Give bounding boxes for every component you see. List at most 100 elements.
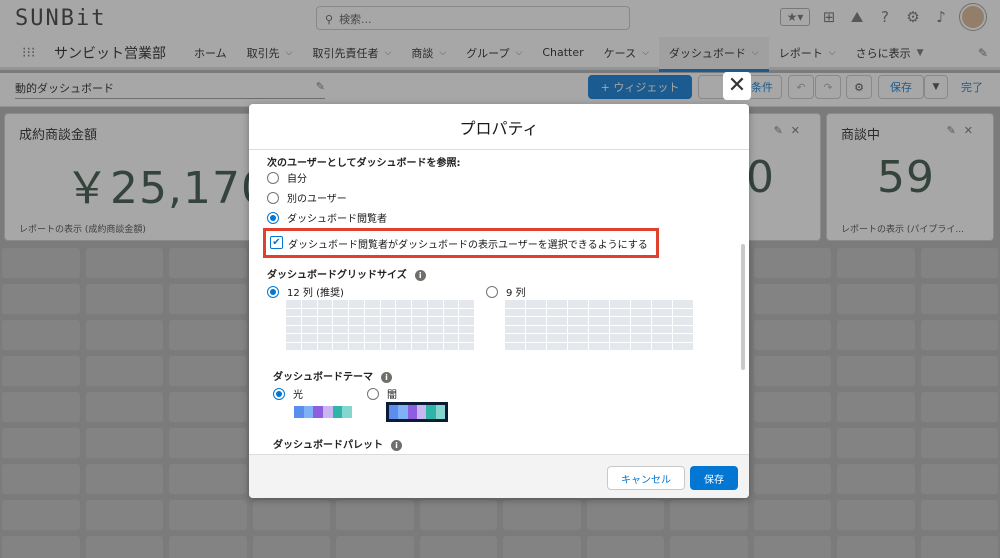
grid-preview-cell bbox=[317, 308, 333, 316]
grid-preview-cell bbox=[631, 342, 651, 350]
grid-preview-cell bbox=[526, 325, 546, 333]
swatch-color bbox=[416, 405, 427, 419]
radio-option-light[interactable]: 光 bbox=[273, 386, 303, 401]
modal-title: プロパティ bbox=[249, 104, 749, 150]
grid-preview-cell bbox=[380, 334, 396, 342]
grid-preview-cell bbox=[568, 308, 588, 316]
grid-preview-cell bbox=[547, 300, 567, 308]
viewer-select-checkbox[interactable]: ✔ bbox=[270, 236, 283, 249]
modal-body: 次のユーザーとしてダッシュボードを参照: 自分 別のユーザー ダッシュボード閲覧… bbox=[249, 150, 749, 456]
radio-button[interactable] bbox=[267, 171, 279, 184]
checkbox-label: ダッシュボード閲覧者がダッシュボードの表示ユーザーを選択できるようにする bbox=[288, 240, 648, 251]
grid-preview-cell bbox=[631, 317, 651, 325]
scrollbar[interactable] bbox=[741, 244, 745, 370]
grid-preview-cell bbox=[427, 317, 443, 325]
grid-preview-cell bbox=[547, 334, 567, 342]
modal-footer: キャンセル 保存 bbox=[249, 454, 749, 498]
grid-preview-cell bbox=[286, 334, 301, 342]
grid-preview-cell bbox=[568, 334, 588, 342]
radio-button[interactable] bbox=[267, 211, 279, 224]
palette-text: ダッシュボードパレット bbox=[273, 440, 383, 451]
radio-option-9-columns[interactable]: 9 列 bbox=[486, 284, 526, 299]
grid-preview-cell bbox=[427, 325, 443, 333]
radio-button[interactable] bbox=[273, 387, 285, 400]
radio-button[interactable] bbox=[267, 191, 279, 204]
save-button[interactable]: 保存 bbox=[690, 466, 738, 490]
grid-preview-cell bbox=[505, 317, 525, 325]
swatch-color bbox=[332, 406, 343, 418]
grid-preview-cell bbox=[412, 317, 427, 325]
grid-preview-cell bbox=[459, 317, 474, 325]
grid-preview-cell bbox=[526, 342, 546, 350]
grid-preview-cell bbox=[589, 317, 609, 325]
grid-preview-cell bbox=[443, 342, 459, 350]
swatch-color bbox=[342, 406, 353, 418]
grid-preview-cell bbox=[317, 342, 333, 350]
grid-preview-cell bbox=[505, 342, 525, 350]
close-icon[interactable]: ✕ bbox=[723, 72, 751, 100]
radio-label: 光 bbox=[293, 390, 303, 401]
grid-preview-cell bbox=[631, 325, 651, 333]
grid-preview-cell bbox=[547, 317, 567, 325]
grid-preview-cell bbox=[396, 325, 411, 333]
radio-option-dark[interactable]: 闇 bbox=[367, 386, 397, 401]
radio-option-me[interactable]: 自分 bbox=[267, 170, 307, 185]
grid-preview-cell bbox=[333, 325, 348, 333]
grid-preview-cell bbox=[547, 342, 567, 350]
light-theme-swatch[interactable] bbox=[292, 404, 354, 420]
grid-preview-cell bbox=[317, 325, 333, 333]
grid-preview-cell bbox=[380, 325, 396, 333]
grid-preview-cell bbox=[568, 342, 588, 350]
radio-option-viewer[interactable]: ダッシュボード閲覧者 bbox=[267, 210, 387, 225]
grid-preview-cell bbox=[364, 317, 380, 325]
highlight-box: ✔ ダッシュボード閲覧者がダッシュボードの表示ユーザーを選択できるようにする bbox=[263, 228, 659, 258]
grid-preview-cell bbox=[286, 342, 301, 350]
dark-theme-swatch[interactable] bbox=[386, 402, 448, 422]
grid-preview-cell bbox=[380, 342, 396, 350]
grid-preview-cell bbox=[427, 308, 443, 316]
grid-preview-cell bbox=[301, 300, 317, 308]
grid-preview-cell bbox=[526, 308, 546, 316]
grid-preview-cell bbox=[443, 317, 459, 325]
grid-preview-cell bbox=[286, 300, 301, 308]
grid-preview-cell bbox=[301, 342, 317, 350]
radio-option-another-user[interactable]: 別のユーザー bbox=[267, 190, 347, 205]
grid-preview-cell bbox=[301, 334, 317, 342]
grid-preview-cell bbox=[412, 342, 427, 350]
grid-preview-cell bbox=[317, 300, 333, 308]
radio-button[interactable] bbox=[267, 285, 279, 298]
grid-preview-cell bbox=[349, 334, 364, 342]
radio-label: ダッシュボード閲覧者 bbox=[287, 214, 387, 225]
radio-button[interactable] bbox=[486, 285, 498, 298]
grid-preview-cell bbox=[547, 308, 567, 316]
grid-preview-cell bbox=[349, 308, 364, 316]
grid-preview-cell bbox=[652, 342, 672, 350]
swatch-color bbox=[398, 405, 408, 419]
grid-preview-cell bbox=[673, 342, 693, 350]
info-icon[interactable]: i bbox=[391, 439, 402, 451]
info-icon[interactable]: i bbox=[414, 269, 426, 281]
swatch-color bbox=[303, 406, 314, 418]
grid-preview-cell bbox=[673, 334, 693, 342]
grid-preview-cell bbox=[427, 342, 443, 350]
grid-preview-cell bbox=[364, 342, 380, 350]
radio-button[interactable] bbox=[367, 387, 379, 400]
grid-preview-cell bbox=[364, 334, 380, 342]
grid-preview-cell bbox=[349, 342, 364, 350]
info-icon[interactable]: i bbox=[381, 371, 392, 383]
grid-preview-cell bbox=[349, 300, 364, 308]
grid-preview-cell bbox=[652, 308, 672, 316]
grid-preview-cell bbox=[380, 308, 396, 316]
swatch-color bbox=[426, 405, 436, 419]
grid-preview-cell bbox=[412, 325, 427, 333]
radio-option-12-columns[interactable]: 12 列 (推奨) bbox=[267, 284, 344, 299]
grid-preview-cell bbox=[459, 334, 474, 342]
palette-label: ダッシュボードパレット i bbox=[273, 436, 402, 451]
grid-preview-cell bbox=[349, 317, 364, 325]
cancel-button[interactable]: キャンセル bbox=[607, 466, 685, 490]
grid-preview-cell bbox=[380, 300, 396, 308]
grid-preview-cell bbox=[333, 300, 348, 308]
grid-preview-cell bbox=[631, 300, 651, 308]
swatch-color bbox=[389, 405, 399, 419]
grid-preview-cell bbox=[459, 308, 474, 316]
